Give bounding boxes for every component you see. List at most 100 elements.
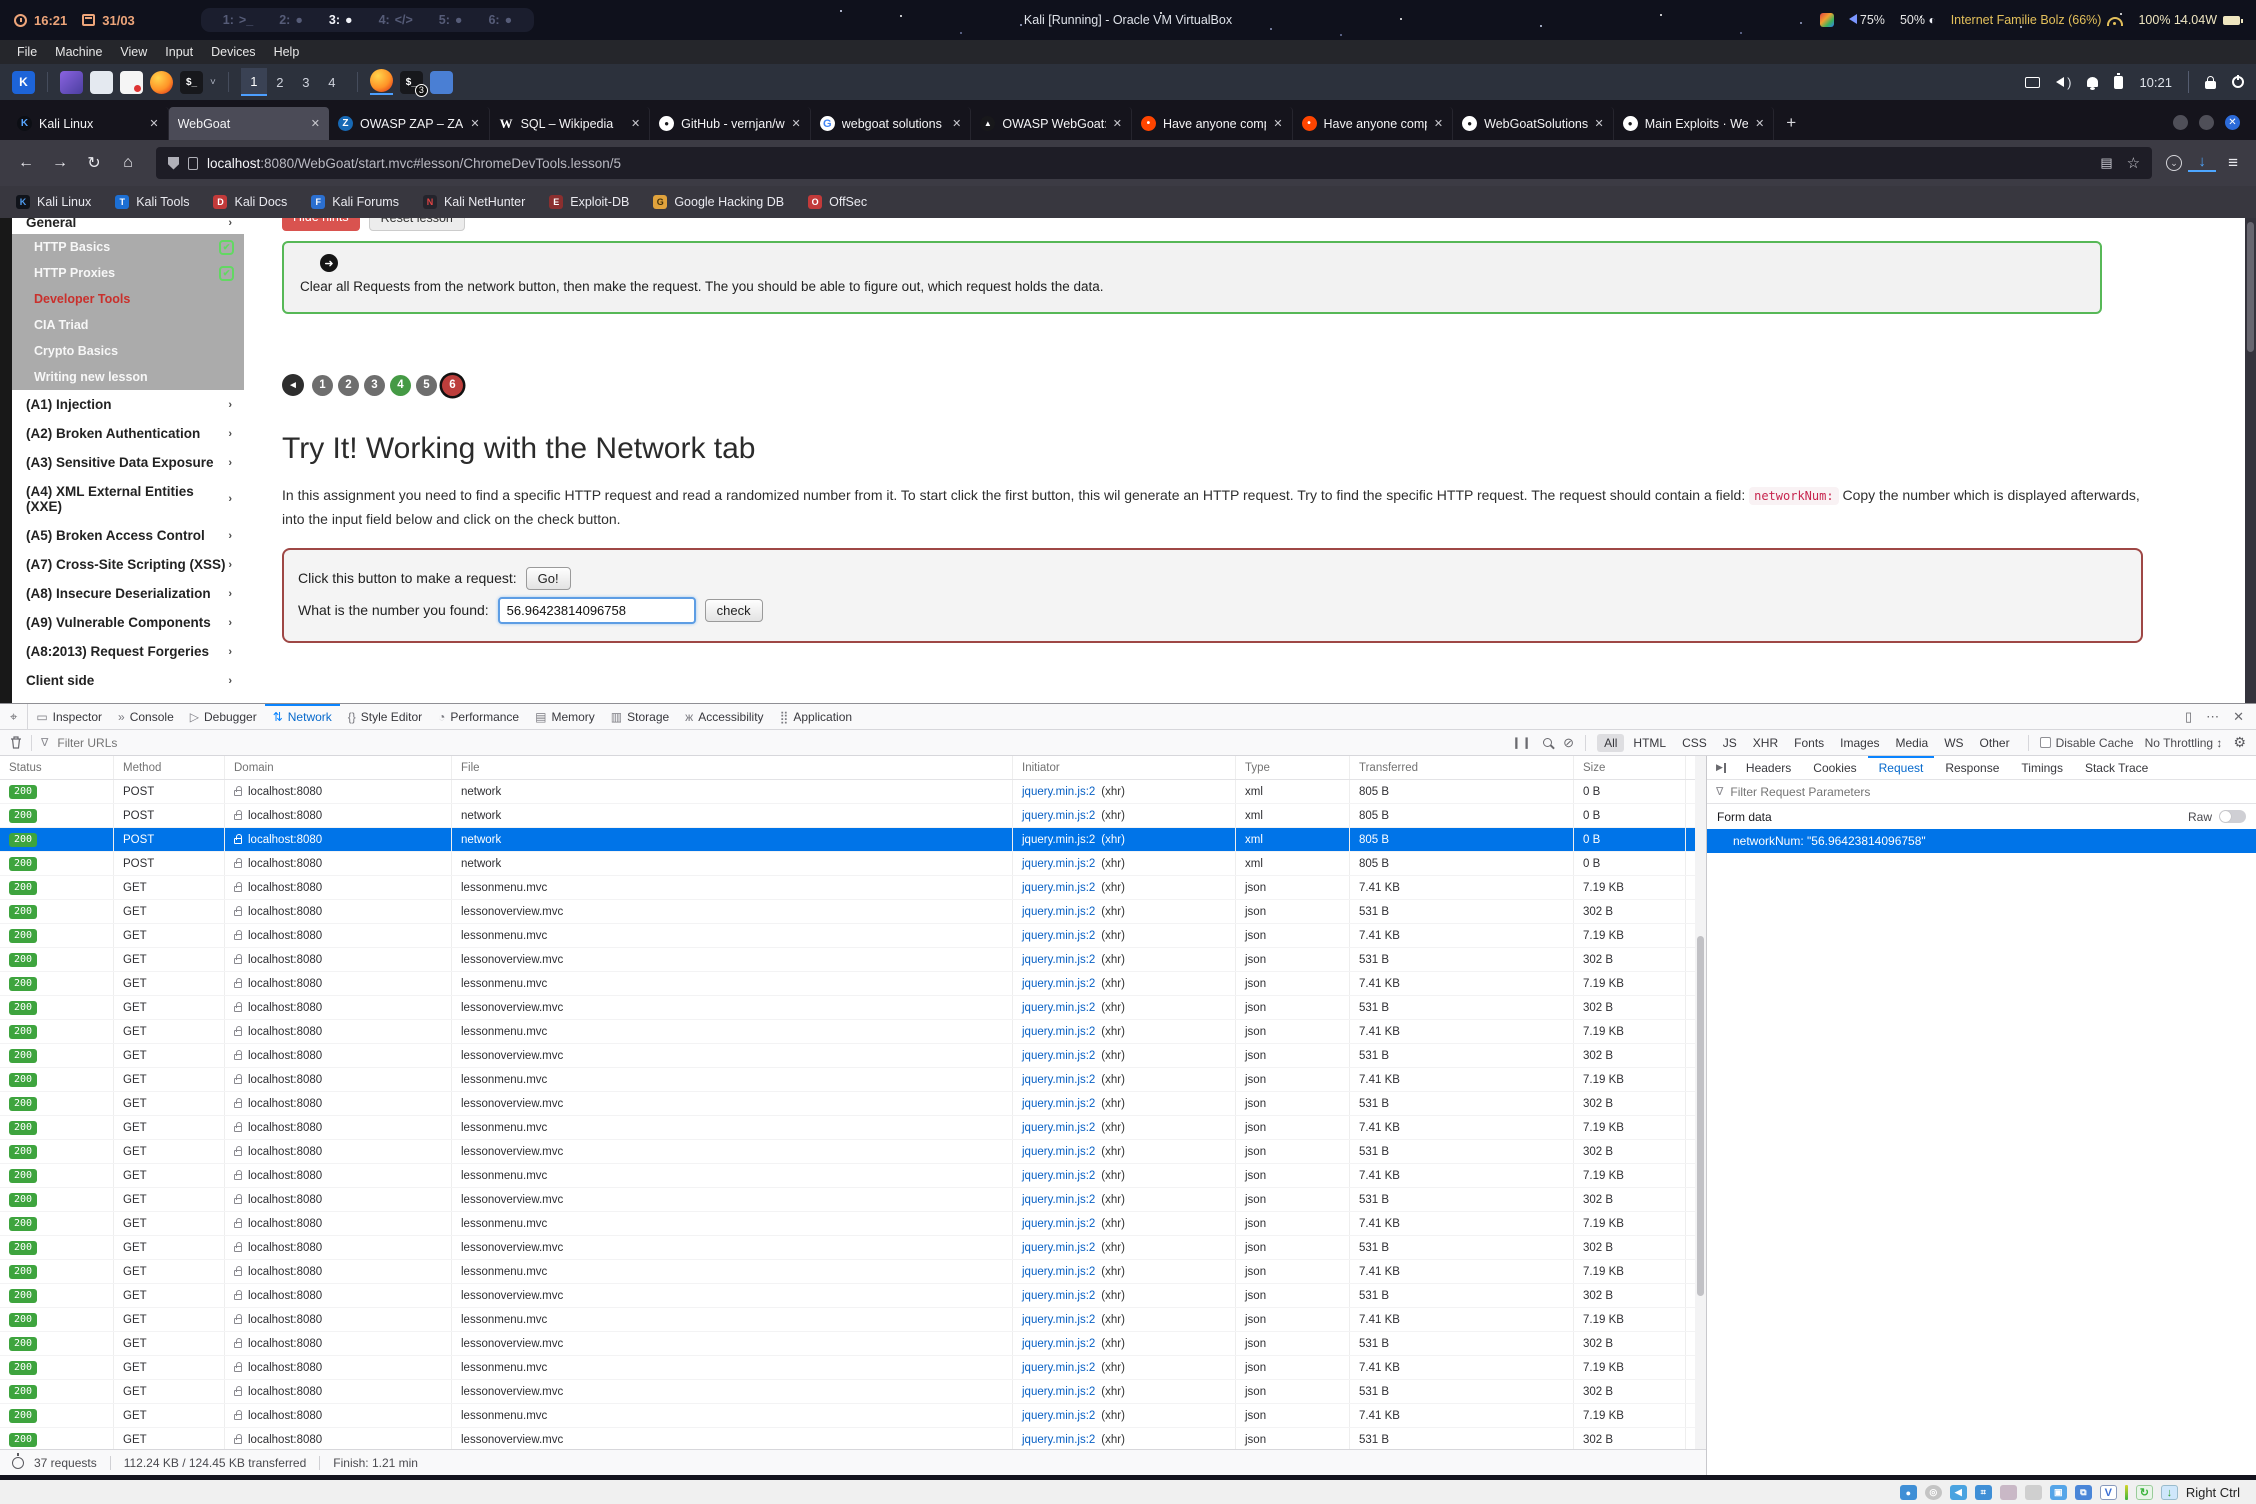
power-icon[interactable] — [2232, 76, 2244, 88]
sidebar-section-item[interactable]: Client side› — [12, 666, 244, 695]
type-filter-button[interactable]: Images — [1833, 734, 1886, 752]
sidebar-section-item[interactable]: (A1) Injection› — [12, 390, 244, 419]
sidebar-section-item[interactable]: (A3) Sensitive Data Exposure› — [12, 448, 244, 477]
guest-clock[interactable]: 10:21 — [2139, 75, 2172, 90]
devtools-tab[interactable]: ▭ Inspector — [28, 704, 110, 729]
details-tab[interactable]: Cookies — [1802, 756, 1867, 779]
sidebar-lesson-item[interactable]: Writing new lesson ✔ — [12, 364, 244, 390]
guest-workspace[interactable]: 1 — [241, 68, 267, 96]
details-tab[interactable]: Request — [1868, 756, 1935, 779]
request-row[interactable]: 200 GET localhost:8080 lessonoverview.mv… — [0, 1140, 1706, 1164]
vbox-features-icon[interactable]: V — [2100, 1485, 2117, 1500]
browser-tab[interactable]: WebGoatSolutions/S ✕ — [1453, 107, 1614, 140]
raw-toggle[interactable] — [2219, 810, 2246, 823]
initiator-link[interactable]: jquery.min.js:2 — [1022, 1362, 1095, 1374]
request-row[interactable]: 200 GET localhost:8080 lessonmenu.mvc jq… — [0, 1356, 1706, 1380]
file-manager-icon[interactable] — [90, 71, 113, 94]
sidebar-section-item[interactable]: (A4) XML External Entities (XXE)› — [12, 477, 244, 521]
type-filter-button[interactable]: Fonts — [1787, 734, 1831, 752]
vbox-harddisk-icon[interactable]: ● — [1900, 1485, 1917, 1500]
tab-close-icon[interactable]: ✕ — [1595, 117, 1604, 130]
sidebar-lesson-item[interactable]: CIA Triad ✔ — [12, 312, 244, 338]
browser-tab[interactable]: OWASP ZAP – ZAP In ✕ — [329, 107, 490, 140]
initiator-link[interactable]: jquery.min.js:2 — [1022, 1290, 1095, 1302]
kali-tray-icon[interactable] — [1820, 13, 1834, 27]
type-filter-button[interactable]: Media — [1889, 734, 1936, 752]
block-requests-icon[interactable]: ⊘ — [1563, 735, 1574, 751]
column-header[interactable]: Method — [114, 756, 225, 779]
request-row[interactable]: 200 GET localhost:8080 lessonoverview.mv… — [0, 900, 1706, 924]
minimize-button[interactable] — [2173, 115, 2188, 130]
request-row[interactable]: 200 POST localhost:8080 network jquery.m… — [0, 804, 1706, 828]
browser-tab[interactable]: SQL – Wikipedia ✕ — [490, 107, 651, 140]
virtualbox-menu-item[interactable]: File — [8, 43, 46, 61]
tab-close-icon[interactable]: ✕ — [952, 117, 961, 130]
sidebar-lesson-item[interactable]: Crypto Basics ✔ — [12, 338, 244, 364]
request-row[interactable]: 200 GET localhost:8080 lessonmenu.mvc jq… — [0, 1308, 1706, 1332]
hide-hints-button[interactable]: Hide hints — [282, 218, 360, 231]
terminal-launcher-icon[interactable]: $_ — [180, 71, 203, 94]
column-header[interactable]: Status — [0, 756, 114, 779]
initiator-link[interactable]: jquery.min.js:2 — [1022, 810, 1095, 822]
page-scrollbar-thumb[interactable] — [2247, 222, 2254, 352]
virtualbox-menu-item[interactable]: Devices — [202, 43, 264, 61]
request-row[interactable]: 200 GET localhost:8080 lessonmenu.mvc jq… — [0, 1212, 1706, 1236]
vbox-recording-icon[interactable]: ⧉ — [2075, 1485, 2092, 1500]
details-tab[interactable]: Timings — [2010, 756, 2074, 779]
tab-close-icon[interactable]: ✕ — [1434, 117, 1443, 130]
page-info-icon[interactable] — [188, 157, 198, 170]
page-number-button[interactable]: 4 — [390, 375, 411, 396]
devtools-tab[interactable]: ж Accessibility — [677, 704, 771, 729]
request-row[interactable]: 200 GET localhost:8080 lessonoverview.mv… — [0, 948, 1706, 972]
page-number-button[interactable]: 6 — [442, 375, 463, 396]
browser-tab[interactable]: GitHub - vernjan/web ✕ — [650, 107, 811, 140]
request-row[interactable]: 200 GET localhost:8080 lessonoverview.mv… — [0, 1284, 1706, 1308]
request-row[interactable]: 200 GET localhost:8080 lessonmenu.mvc jq… — [0, 1116, 1706, 1140]
guest-workspace[interactable]: 2 — [267, 68, 293, 96]
request-row[interactable]: 200 GET localhost:8080 lessonoverview.mv… — [0, 996, 1706, 1020]
initiator-link[interactable]: jquery.min.js:2 — [1022, 1386, 1095, 1398]
initiator-link[interactable]: jquery.min.js:2 — [1022, 1338, 1095, 1350]
bookmark-item[interactable]: Exploit-DB — [549, 195, 629, 209]
initiator-link[interactable]: jquery.min.js:2 — [1022, 786, 1095, 798]
firefox-running-app[interactable] — [370, 69, 393, 95]
initiator-link[interactable]: jquery.min.js:2 — [1022, 834, 1095, 846]
pocket-icon[interactable]: ⌄ — [2166, 155, 2182, 171]
devtools-tab[interactable]: ⣿ Application — [772, 704, 861, 729]
back-button[interactable]: ← — [12, 154, 40, 172]
type-filter-button[interactable]: WS — [1937, 734, 1970, 752]
initiator-link[interactable]: jquery.min.js:2 — [1022, 1146, 1095, 1158]
sidebar-section-item[interactable]: (A8:2013) Request Forgeries› — [12, 637, 244, 666]
initiator-link[interactable]: jquery.min.js:2 — [1022, 978, 1095, 990]
request-row[interactable]: 200 POST localhost:8080 network jquery.m… — [0, 852, 1706, 876]
vbox-audio-icon[interactable]: ◀ — [1950, 1485, 1967, 1500]
forward-button[interactable]: → — [46, 154, 74, 172]
devtools-options-icon[interactable]: ⋯ — [2206, 709, 2219, 725]
table-scrollbar-thumb[interactable] — [1697, 936, 1704, 1296]
terminal-running-app[interactable]: $_ 3 — [400, 71, 423, 94]
sidebar-section-item[interactable]: (A5) Broken Access Control› — [12, 521, 244, 550]
battery-indicator[interactable]: 100% 14.04W — [2138, 13, 2240, 27]
column-header[interactable]: Size — [1574, 756, 1686, 779]
host-workspace[interactable]: 2:● — [279, 13, 303, 27]
request-row[interactable]: 200 GET localhost:8080 lessonoverview.mv… — [0, 1092, 1706, 1116]
request-row[interactable]: 200 POST localhost:8080 network jquery.m… — [0, 828, 1706, 852]
guest-volume-icon[interactable]: ) — [2056, 75, 2071, 90]
bookmark-star-icon[interactable]: ☆ — [2127, 154, 2140, 172]
request-row[interactable]: 200 GET localhost:8080 lessonoverview.mv… — [0, 1044, 1706, 1068]
request-row[interactable]: 200 POST localhost:8080 network jquery.m… — [0, 780, 1706, 804]
page-number-button[interactable]: 3 — [364, 375, 385, 396]
pause-requests-icon[interactable]: ❙❙ — [1512, 736, 1532, 749]
host-workspace[interactable]: 5:● — [439, 13, 463, 27]
virtualbox-menu-item[interactable]: Machine — [46, 43, 111, 61]
sidebar-section-item[interactable]: (A7) Cross-Site Scripting (XSS)› — [12, 550, 244, 579]
disable-cache-checkbox[interactable]: Disable Cache — [2040, 736, 2134, 750]
browser-tab[interactable]: webgoat solutions - G ✕ — [811, 107, 972, 140]
initiator-link[interactable]: jquery.min.js:2 — [1022, 1098, 1095, 1110]
sidebar-lesson-item[interactable]: HTTP Proxies ✔ — [12, 260, 244, 286]
type-filter-button[interactable]: XHR — [1746, 734, 1785, 752]
request-row[interactable]: 200 GET localhost:8080 lessonoverview.mv… — [0, 1236, 1706, 1260]
close-button[interactable]: ✕ — [2225, 115, 2240, 130]
vbox-download-icon[interactable]: ↓ — [2161, 1485, 2178, 1500]
check-button[interactable]: check — [705, 599, 763, 622]
